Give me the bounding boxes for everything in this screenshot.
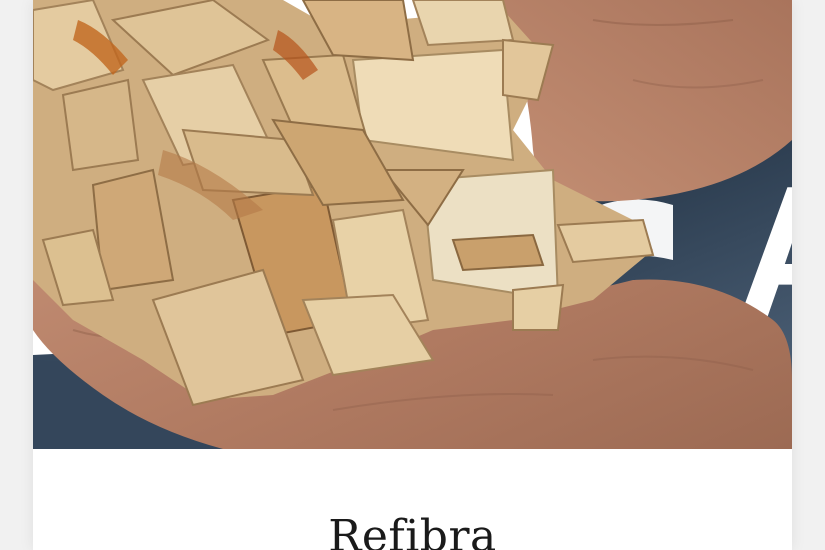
- product-card[interactable]: A: [33, 0, 792, 550]
- page: A: [0, 0, 825, 550]
- wood-chips-in-hands-photo: A: [33, 0, 792, 449]
- product-title[interactable]: Refibra: [33, 507, 792, 550]
- card-footer: Refibra: [33, 449, 792, 550]
- product-image: A: [33, 0, 792, 449]
